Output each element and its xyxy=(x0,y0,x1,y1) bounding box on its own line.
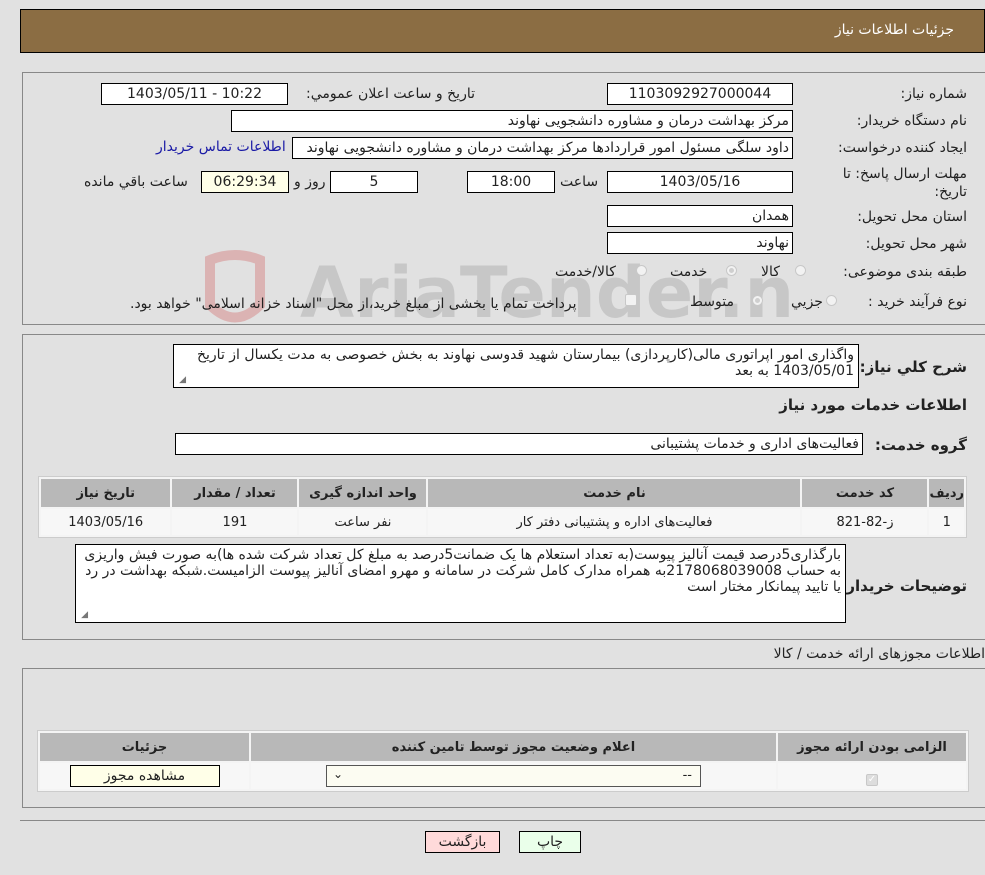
days-label: روز و xyxy=(294,174,326,190)
required-checkbox: ✓ xyxy=(866,773,878,786)
creator-field: داود سلگی مسئول امور قراردادها مرکز بهدا… xyxy=(292,137,793,159)
category-label: طبقه بندی موضوعی: xyxy=(843,264,967,280)
permit-status-value: -- xyxy=(682,768,692,783)
col-code: کد خدمت xyxy=(802,479,928,507)
resize-grip-icon[interactable]: ◢ xyxy=(79,611,88,620)
description-text: واگذاری امور اپراتوری مالی(کارپردازی) بی… xyxy=(196,347,854,379)
announce-label: تاريخ و ساعت اعلان عمومي: xyxy=(306,86,475,102)
announce-datetime-field: 1403/05/11 - 10:22 xyxy=(101,83,288,105)
col-details: جزئيات xyxy=(40,733,249,761)
buyer-notes-textarea[interactable]: بارگذاری5درصد قیمت آنالیز پیوست(به تعداد… xyxy=(75,544,846,623)
province-label: استان محل تحويل: xyxy=(857,209,967,225)
col-index: رديف xyxy=(929,479,964,507)
col-name: نام خدمت xyxy=(428,479,801,507)
process-radio-medium[interactable] xyxy=(752,295,763,306)
deadline-date-field: 1403/05/16 xyxy=(607,171,793,193)
page-title: جزئيات اطلاعات نياز xyxy=(834,22,954,38)
category-option-service: خدمت xyxy=(670,264,708,280)
back-button[interactable]: بازگشت xyxy=(425,831,500,853)
province-field: همدان xyxy=(607,205,793,227)
category-radio-service[interactable] xyxy=(726,265,737,276)
status-cell: -- ⌄ xyxy=(251,763,776,789)
print-button[interactable]: چاپ xyxy=(519,831,581,853)
row-unit: نفر ساعت xyxy=(299,509,427,535)
treasury-checkbox[interactable] xyxy=(625,294,637,306)
permits-section-title: اطلاعات مجوزهای ارائه خدمت / کالا xyxy=(773,646,985,662)
deadline-time-field: 18:00 xyxy=(467,171,555,193)
process-label: نوع فرآيند خريد : xyxy=(868,294,967,310)
remaining-label: ساعت باقي مانده xyxy=(84,174,188,190)
table-row: ✓ -- ⌄ مشاهده مجوز xyxy=(40,763,966,789)
buyer-notes-label: توضيحات خريدار: xyxy=(840,577,967,595)
col-status: اعلام وضعيت مجوز توسط تامين کننده xyxy=(251,733,776,761)
treasury-note: پرداخت تمام يا بخشی از مبلغ خريد،از محل … xyxy=(130,296,577,312)
resize-grip-icon[interactable]: ◢ xyxy=(177,376,186,385)
deadline-label: مهلت ارسال پاسخ: تا تاريخ: xyxy=(842,166,967,200)
row-date: 1403/05/16 xyxy=(41,509,171,535)
col-unit: واحد اندازه گيری xyxy=(299,479,427,507)
process-option-minor: جزيي xyxy=(791,294,823,310)
view-permit-button[interactable]: مشاهده مجوز xyxy=(69,765,220,787)
row-code: ز-82-821 xyxy=(802,509,928,535)
need-number-label: شماره نياز: xyxy=(900,86,968,102)
process-option-medium: متوسط xyxy=(690,294,734,310)
row-index: 1 xyxy=(929,509,964,535)
category-option-goods-service: کالا/خدمت xyxy=(555,264,616,280)
time-label: ساعت xyxy=(560,174,599,190)
row-qty: 191 xyxy=(172,509,298,535)
service-group-label: گروه خدمت: xyxy=(874,436,967,454)
buyer-contact-link[interactable]: اطلاعات تماس خريدار xyxy=(156,139,286,155)
permit-status-select[interactable]: -- ⌄ xyxy=(326,765,701,787)
process-radio-minor[interactable] xyxy=(826,295,837,306)
category-radio-goods-service[interactable] xyxy=(636,265,647,276)
description-textarea[interactable]: واگذاری امور اپراتوری مالی(کارپردازی) بی… xyxy=(173,344,859,388)
details-cell: مشاهده مجوز xyxy=(40,763,249,789)
page-header: جزئيات اطلاعات نياز xyxy=(20,9,985,53)
permits-table: الزامی بودن ارائه مجوز اعلام وضعيت مجوز … xyxy=(37,730,969,792)
description-label: شرح کلي نياز: xyxy=(859,358,967,376)
col-required: الزامی بودن ارائه مجوز xyxy=(778,733,966,761)
city-label: شهر محل تحويل: xyxy=(865,236,967,252)
row-name: فعالیت‌های اداره و پشتیبانی دفتر کار xyxy=(428,509,801,535)
days-remaining-field: 5 xyxy=(330,171,418,193)
col-date: تاريخ نياز xyxy=(41,479,171,507)
buyer-notes-text: بارگذاری5درصد قیمت آنالیز پیوست(به تعداد… xyxy=(84,547,841,595)
city-field: نهاوند xyxy=(607,232,793,254)
footer-divider xyxy=(20,820,985,821)
chevron-down-icon: ⌄ xyxy=(333,767,344,781)
category-option-goods: کالا xyxy=(761,264,780,280)
services-table: رديف کد خدمت نام خدمت واحد اندازه گيری ت… xyxy=(38,476,967,538)
remaining-time-field: 06:29:34 xyxy=(201,171,289,193)
table-row: 1 ز-82-821 فعالیت‌های اداره و پشتیبانی د… xyxy=(41,509,964,535)
buyer-org-field: مرکز بهداشت درمان و مشاوره دانشجویی نهاو… xyxy=(231,110,793,132)
services-table-header: رديف کد خدمت نام خدمت واحد اندازه گيری ت… xyxy=(41,479,964,507)
need-number-field: 1103092927000044 xyxy=(607,83,793,105)
category-radio-goods[interactable] xyxy=(795,265,806,276)
service-group-field: فعالیت‌های اداری و خدمات پشتیبانی xyxy=(175,433,863,455)
creator-label: ايجاد کننده درخواست: xyxy=(838,140,967,156)
col-qty: تعداد / مقدار xyxy=(172,479,298,507)
services-section-title: اطلاعات خدمات مورد نياز xyxy=(779,396,967,414)
required-cell: ✓ xyxy=(778,763,966,789)
buyer-org-label: نام دستگاه خريدار: xyxy=(856,113,967,129)
permits-table-header: الزامی بودن ارائه مجوز اعلام وضعيت مجوز … xyxy=(40,733,966,761)
